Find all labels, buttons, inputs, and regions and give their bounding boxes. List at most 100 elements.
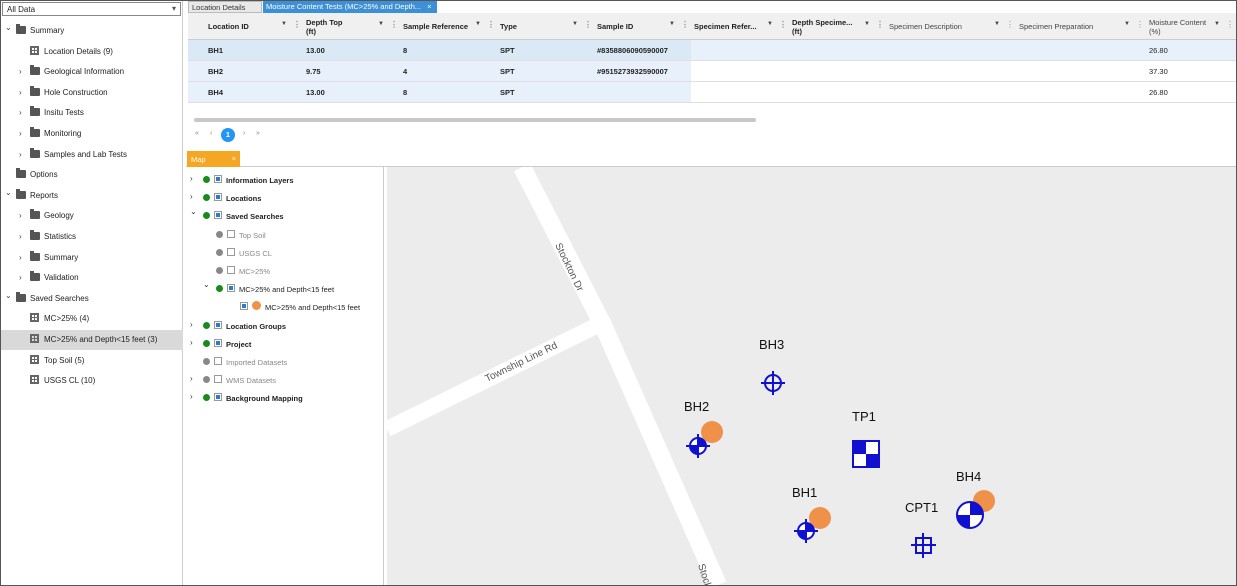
first-page-button[interactable]: « bbox=[195, 130, 199, 137]
table-cell[interactable]: #9515273932590007 bbox=[597, 67, 668, 76]
filter-icon[interactable]: ▼ bbox=[669, 20, 675, 29]
column-menu-icon[interactable]: ⋮ bbox=[1006, 20, 1014, 29]
point-bh1[interactable]: BH1 bbox=[792, 485, 831, 543]
tree-item[interactable]: › Validation bbox=[1, 268, 183, 288]
visibility-dot[interactable] bbox=[203, 194, 210, 202]
column-header[interactable]: Type ▼ ⋮ bbox=[496, 13, 593, 40]
layer-checkbox[interactable] bbox=[214, 320, 222, 329]
table-row[interactable]: BH4 13.00 8 SPT 26.80 bbox=[188, 82, 1236, 103]
filter-icon[interactable]: ▼ bbox=[864, 20, 870, 29]
layer-checkbox[interactable] bbox=[227, 284, 235, 293]
filter-icon[interactable]: ▼ bbox=[767, 20, 773, 29]
layer-checkbox[interactable] bbox=[227, 247, 235, 256]
table-cell[interactable]: SPT bbox=[500, 67, 515, 76]
layer-checkbox[interactable] bbox=[214, 393, 222, 402]
filter-icon[interactable]: ▼ bbox=[1124, 20, 1130, 29]
tree-item[interactable]: ⌄ Reports bbox=[1, 186, 183, 206]
table-row[interactable]: BH2 9.75 4 SPT #9515273932590007 37.30 bbox=[188, 61, 1236, 82]
column-menu-icon[interactable]: ⋮ bbox=[293, 20, 301, 29]
layer-checkbox[interactable] bbox=[214, 338, 222, 347]
layer-checkbox[interactable] bbox=[227, 229, 235, 238]
chevron-right-icon[interactable]: › bbox=[190, 374, 193, 383]
filter-icon[interactable]: ▼ bbox=[994, 20, 1000, 29]
chevron-right-icon[interactable]: › bbox=[19, 150, 22, 159]
point-bh3[interactable]: BH3 bbox=[759, 337, 785, 395]
tree-item[interactable]: MC>25% (4) bbox=[1, 309, 183, 329]
filter-icon[interactable]: ▼ bbox=[281, 20, 287, 29]
visibility-dot[interactable] bbox=[216, 230, 223, 238]
chevron-right-icon[interactable]: › bbox=[190, 392, 193, 401]
visibility-dot[interactable] bbox=[203, 339, 210, 347]
chevron-down-icon[interactable]: ⌄ bbox=[5, 23, 12, 32]
column-header[interactable]: Moisture Content (%) ▼ ⋮ bbox=[1145, 13, 1235, 40]
point-cpt1[interactable]: CPT1 bbox=[905, 500, 938, 558]
table-row[interactable]: BH1 13.00 8 SPT #8358806090590007 26.80 bbox=[188, 40, 1236, 61]
column-header[interactable]: Depth Top (ft) ▼ ⋮ bbox=[302, 13, 399, 40]
table-cell[interactable]: 8 bbox=[403, 46, 407, 55]
table-cell[interactable]: 8 bbox=[403, 88, 407, 97]
table-cell[interactable]: #8358806090590007 bbox=[597, 46, 668, 55]
table-cell[interactable]: BH2 bbox=[208, 67, 223, 76]
tree-item[interactable]: Top Soil (5) bbox=[1, 351, 183, 371]
column-menu-icon[interactable]: ⋮ bbox=[487, 20, 495, 29]
column-header[interactable]: Specimen Description ▼ ⋮ bbox=[885, 13, 1015, 40]
chevron-right-icon[interactable]: › bbox=[19, 211, 22, 220]
layer-checkbox[interactable] bbox=[214, 175, 222, 183]
table-cell[interactable]: BH1 bbox=[208, 46, 223, 55]
chevron-right-icon[interactable]: › bbox=[19, 88, 22, 97]
tab-1[interactable]: Moisture Content Tests (MC>25% and Depth… bbox=[263, 1, 437, 13]
chevron-down-icon[interactable]: ⌄ bbox=[5, 188, 12, 197]
column-menu-icon[interactable]: ⋮ bbox=[681, 20, 689, 29]
tree-item[interactable]: › Samples and Lab Tests bbox=[1, 145, 183, 165]
tree-item[interactable]: Location Details (9) bbox=[1, 42, 183, 62]
tree-item[interactable]: › Hole Construction bbox=[1, 83, 183, 103]
chevron-right-icon[interactable]: › bbox=[190, 192, 193, 201]
tree-item[interactable]: Options bbox=[1, 165, 183, 185]
tab-0[interactable]: Location Details bbox=[188, 1, 262, 13]
filter-icon[interactable]: ▼ bbox=[1214, 20, 1220, 29]
column-menu-icon[interactable]: ⋮ bbox=[1226, 20, 1234, 29]
table-cell[interactable]: SPT bbox=[500, 46, 515, 55]
tree-item[interactable]: ⌄ Saved Searches bbox=[1, 289, 183, 309]
table-cell[interactable]: 26.80 bbox=[1149, 88, 1168, 97]
table-cell[interactable]: SPT bbox=[500, 88, 515, 97]
filter-icon[interactable]: ▼ bbox=[572, 20, 578, 29]
tree-item[interactable]: ⌄ Summary bbox=[1, 21, 183, 41]
visibility-dot[interactable] bbox=[203, 212, 210, 220]
last-page-button[interactable]: » bbox=[256, 130, 260, 137]
prev-page-button[interactable]: ‹ bbox=[210, 130, 212, 137]
chevron-right-icon[interactable]: › bbox=[19, 108, 22, 117]
chevron-right-icon[interactable]: › bbox=[19, 129, 22, 138]
horizontal-scrollbar[interactable] bbox=[188, 117, 1236, 122]
layer-checkbox[interactable] bbox=[214, 357, 222, 365]
column-menu-icon[interactable]: ⋮ bbox=[876, 20, 884, 29]
filter-icon[interactable]: ▼ bbox=[378, 20, 384, 29]
current-page-button[interactable]: 1 bbox=[221, 128, 235, 142]
chevron-down-icon[interactable]: ⌄ bbox=[203, 280, 210, 289]
chevron-right-icon[interactable]: › bbox=[19, 273, 22, 282]
layer-checkbox[interactable] bbox=[214, 375, 222, 384]
close-icon[interactable]: × bbox=[232, 154, 236, 163]
tree-item[interactable]: › Geology bbox=[1, 206, 183, 226]
table-cell[interactable]: 26.80 bbox=[1149, 46, 1168, 55]
column-header[interactable]: Location ID ▼ ⋮ bbox=[204, 13, 302, 40]
tree-item[interactable]: USGS CL (10) bbox=[1, 371, 183, 391]
column-header[interactable]: Sample ID ▼ ⋮ bbox=[593, 13, 690, 40]
visibility-dot[interactable] bbox=[203, 358, 210, 365]
point-bh4[interactable]: BH4 bbox=[956, 469, 995, 529]
visibility-dot[interactable] bbox=[216, 267, 223, 274]
column-menu-icon[interactable]: ⋮ bbox=[390, 20, 398, 29]
chevron-down-icon[interactable]: ⌄ bbox=[5, 291, 12, 300]
table-cell[interactable]: 4 bbox=[403, 67, 407, 76]
close-icon[interactable]: × bbox=[427, 2, 431, 11]
next-page-button[interactable]: › bbox=[243, 130, 245, 137]
table-cell[interactable]: 9.75 bbox=[306, 67, 321, 76]
chevron-right-icon[interactable]: › bbox=[190, 338, 193, 347]
point-tp1[interactable]: TP1 bbox=[852, 409, 880, 468]
table-cell[interactable]: 13.00 bbox=[306, 88, 325, 97]
column-header[interactable]: Sample Reference ▼ ⋮ bbox=[399, 13, 496, 40]
column-menu-icon[interactable]: ⋮ bbox=[779, 20, 787, 29]
chevron-right-icon[interactable]: › bbox=[190, 320, 193, 329]
visibility-dot[interactable] bbox=[216, 285, 223, 293]
chevron-right-icon[interactable]: › bbox=[19, 67, 22, 76]
